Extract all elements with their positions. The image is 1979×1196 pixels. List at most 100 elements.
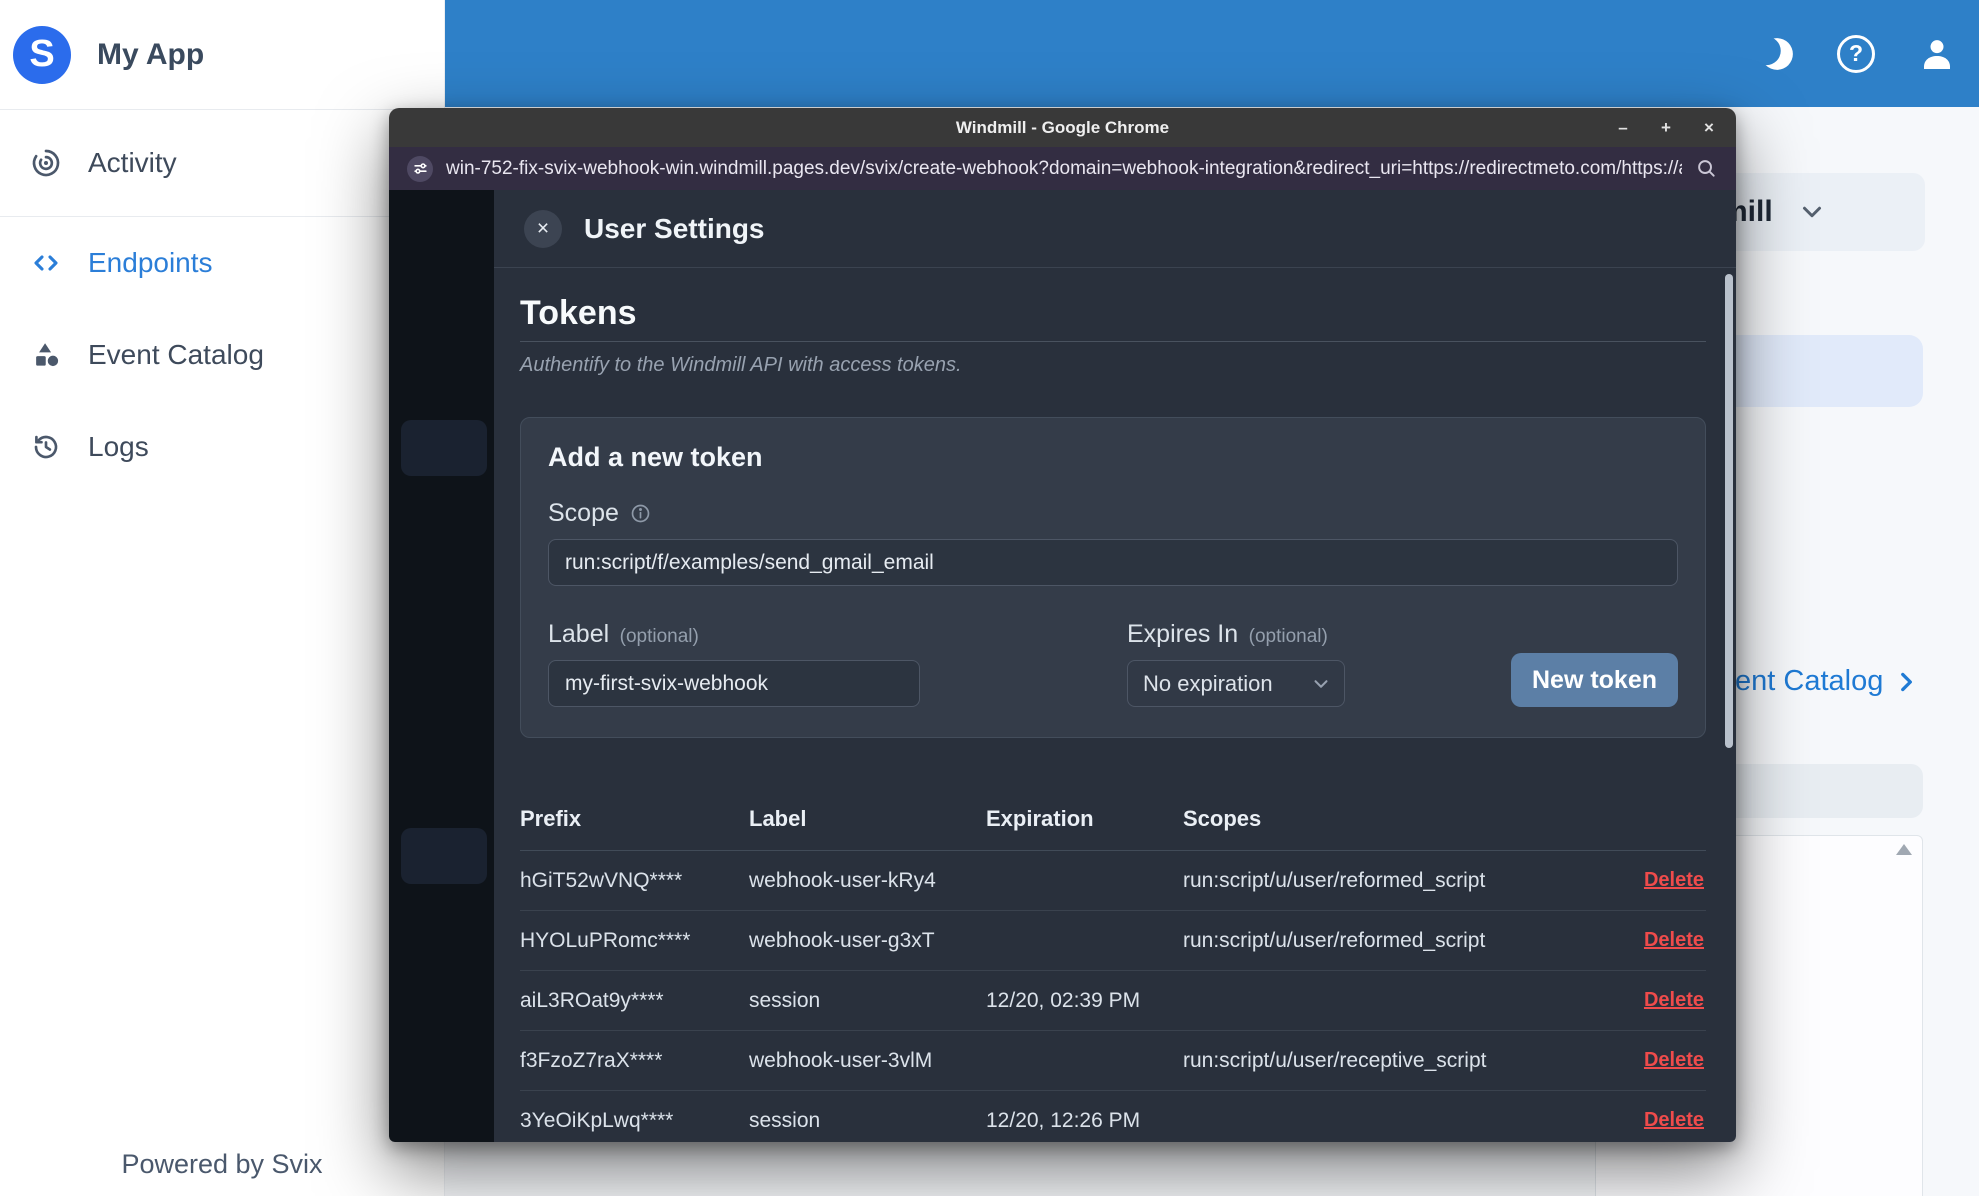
column-header-scopes: Scopes (1183, 806, 1262, 831)
browser-url-bar: win-752-fix-svix-webhook-win.windmill.pa… (389, 147, 1736, 190)
token-label: session (749, 1108, 821, 1132)
app-name: My App (97, 37, 205, 71)
user-settings-drawer: × User Settings Tokens Authentify to the… (494, 190, 1736, 1142)
column-header-label: Label (749, 806, 807, 831)
maximize-button[interactable]: + (1657, 118, 1675, 138)
table-row: hGiT52wVNQ**** webhook-user-kRy4 run:scr… (520, 851, 1706, 911)
token-label: webhook-user-3vlM (749, 1048, 933, 1072)
moon-icon[interactable] (1757, 35, 1795, 73)
label-input[interactable] (548, 660, 920, 707)
svix-logo-icon: S (13, 25, 71, 84)
column-header-expiration: Expiration (986, 806, 1094, 831)
window-title: Windmill - Google Chrome (955, 117, 1170, 137)
drawer-header: × User Settings (494, 190, 1736, 268)
chevron-right-icon (1893, 669, 1919, 695)
obscured-page-element (401, 420, 487, 476)
obscured-page-element (401, 828, 487, 884)
token-prefix: hGiT52wVNQ**** (520, 868, 683, 892)
sidebar-header: S My App (0, 0, 444, 110)
token-scopes: run:script/u/user/reformed_script (1183, 928, 1486, 952)
token-form-row: Label (optional) Expires In (optional) (548, 620, 1678, 707)
logo-letter: S (29, 33, 55, 75)
token-expiration: 12/20, 02:39 PM (986, 988, 1141, 1012)
table-row: HYOLuPRomc**** webhook-user-g3xT run:scr… (520, 911, 1706, 971)
sidebar-item-logs[interactable]: Logs (0, 401, 444, 493)
drawer-scrollbar[interactable] (1725, 274, 1733, 748)
optional-hint: (optional) (619, 626, 699, 647)
delete-token-link[interactable]: Delete (1644, 1049, 1706, 1072)
delete-token-link[interactable]: Delete (1644, 989, 1706, 1012)
tokens-subtitle: Authentify to the Windmill API with acce… (520, 354, 962, 376)
add-token-heading: Add a new token (548, 442, 763, 472)
activity-icon (30, 147, 62, 179)
url-input[interactable]: win-752-fix-svix-webhook-win.windmill.pa… (446, 158, 1682, 180)
powered-by-svix: Powered by Svix (121, 1149, 323, 1179)
optional-hint: (optional) (1248, 626, 1328, 647)
delete-token-link[interactable]: Delete (1644, 869, 1706, 892)
token-expiration: 12/20, 12:26 PM (986, 1108, 1141, 1132)
sidebar-item-label: Logs (88, 431, 149, 462)
sidebar-item-activity[interactable]: Activity (0, 110, 444, 217)
endpoints-icon (30, 247, 62, 279)
expires-selected-value: No expiration (1143, 670, 1273, 696)
token-scopes: run:script/u/user/reformed_script (1183, 868, 1486, 892)
close-icon: × (536, 216, 550, 240)
drawer-content: Tokens Authentify to the Windmill API wi… (494, 294, 1736, 1142)
sidebar: S My App Activity Endpoints Event Catalo… (0, 0, 445, 1196)
divider (520, 341, 1706, 342)
tokens-table: Prefix Label Expiration Scopes hGiT52wVN… (520, 792, 1706, 1142)
info-icon[interactable] (630, 503, 651, 524)
close-window-button[interactable]: × (1700, 118, 1718, 138)
label-field-group: Label (optional) (548, 620, 920, 707)
scroll-up-arrow-icon[interactable] (1896, 844, 1912, 855)
token-prefix: 3YeOiKpLwq**** (520, 1108, 674, 1132)
scope-input[interactable] (548, 539, 1678, 586)
delete-token-link[interactable]: Delete (1644, 929, 1706, 952)
column-header-prefix: Prefix (520, 806, 582, 831)
dimmed-page-backdrop (389, 190, 494, 1142)
sidebar-item-label: Endpoints (88, 247, 213, 278)
expires-label: Expires In (1127, 620, 1239, 648)
sidebar-item-label: Activity (88, 147, 177, 178)
token-prefix: HYOLuPRomc**** (520, 928, 691, 952)
event-catalog-link[interactable]: ent Catalog (1735, 665, 1919, 698)
scope-label-row: Scope (548, 499, 1678, 528)
zoom-page-icon[interactable] (1695, 157, 1718, 180)
sidebar-item-endpoints[interactable]: Endpoints (0, 217, 444, 309)
window-titlebar[interactable]: Windmill - Google Chrome – + × (389, 108, 1736, 147)
token-label: webhook-user-g3xT (749, 928, 935, 952)
browser-viewport: × User Settings Tokens Authentify to the… (389, 190, 1736, 1142)
token-scopes: run:script/u/user/receptive_script (1183, 1048, 1487, 1072)
scope-label: Scope (548, 499, 619, 527)
sidebar-item-label: Event Catalog (88, 339, 264, 370)
event-catalog-link-label: ent Catalog (1735, 665, 1884, 697)
chevron-down-icon (1310, 673, 1332, 695)
help-icon[interactable]: ? (1837, 34, 1875, 73)
token-prefix: aiL3ROat9y**** (520, 988, 664, 1012)
logs-icon (30, 431, 62, 463)
tokens-heading: Tokens (520, 294, 637, 332)
sidebar-item-event-catalog[interactable]: Event Catalog (0, 309, 444, 401)
tokens-table-header: Prefix Label Expiration Scopes (520, 792, 1706, 851)
user-icon[interactable] (1917, 34, 1957, 74)
drawer-title: User Settings (584, 212, 765, 244)
help-glyph: ? (1848, 40, 1864, 66)
new-token-button[interactable]: New token (1511, 653, 1678, 707)
minimize-button[interactable]: – (1614, 118, 1632, 138)
expires-field-group: Expires In (optional) No expiration (1127, 620, 1345, 707)
chrome-window: Windmill - Google Chrome – + × win-752-f… (389, 108, 1736, 1142)
event-catalog-icon (30, 339, 62, 371)
token-prefix: f3FzoZ7raX**** (520, 1048, 663, 1072)
expires-select[interactable]: No expiration (1127, 660, 1345, 707)
app-top-header: ? (445, 0, 1979, 107)
delete-token-link[interactable]: Delete (1644, 1109, 1706, 1132)
label-label: Label (548, 620, 610, 648)
table-row: 3YeOiKpLwq**** session 12/20, 12:26 PM D… (520, 1091, 1706, 1142)
table-row: f3FzoZ7raX**** webhook-user-3vlM run:scr… (520, 1031, 1706, 1091)
add-token-card: Add a new token Scope Lab (520, 417, 1706, 738)
site-settings-icon[interactable] (407, 155, 433, 182)
token-label: session (749, 988, 821, 1012)
close-drawer-button[interactable]: × (524, 209, 562, 248)
window-controls: – + × (1614, 108, 1718, 147)
token-label: webhook-user-kRy4 (749, 868, 936, 892)
